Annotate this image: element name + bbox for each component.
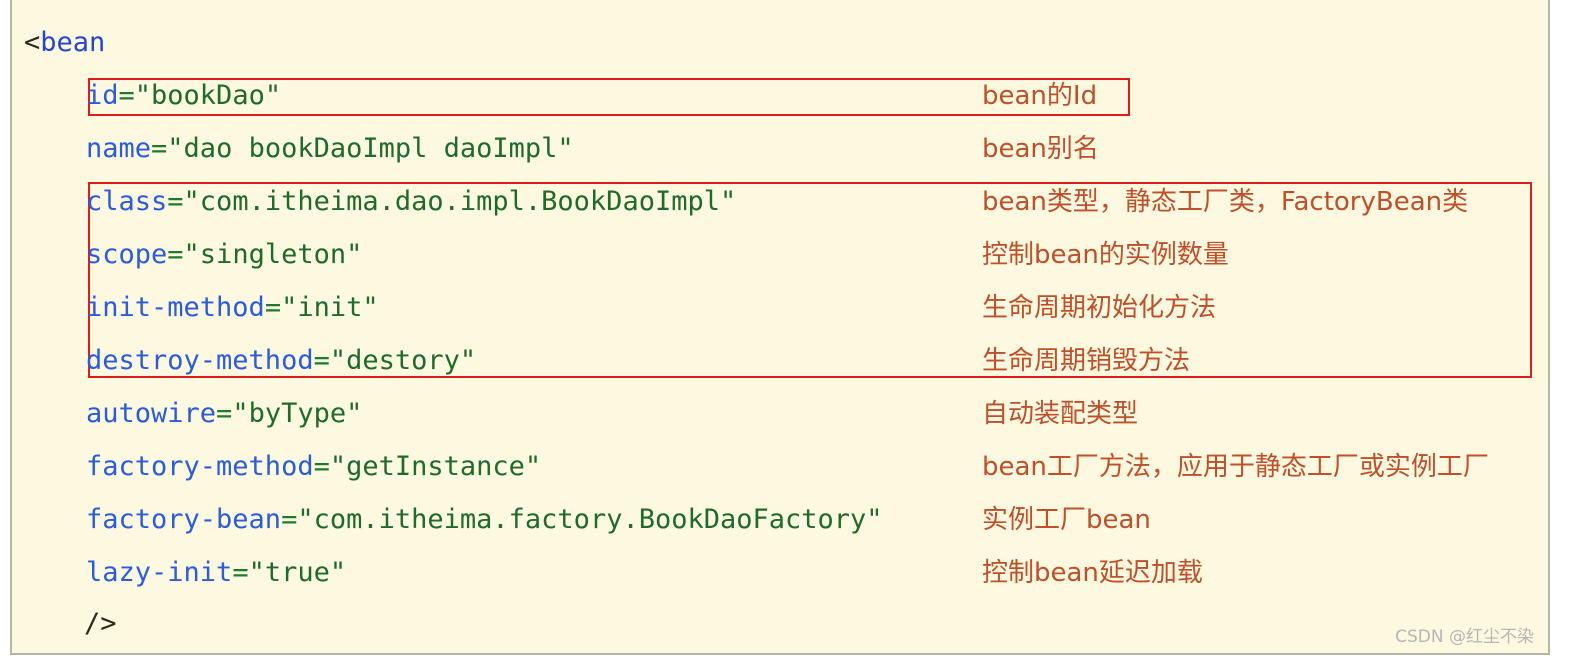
xml-code-block: <bean id="bookDao" name="dao bookDaoImpl… [12, 0, 1548, 653]
annotation-lazy-init: 控制bean延迟加载 [982, 558, 1203, 588]
equals-sign-0: = [118, 80, 135, 111]
attr-value-factory-method: "getInstance" [329, 451, 542, 482]
code-line-init-method: init-method="init" [86, 292, 379, 324]
attr-name-factory-method: factory-method [86, 451, 314, 482]
annotation-scope: 控制bean的实例数量 [982, 240, 1229, 270]
code-line-autowire: autowire="byType" [86, 398, 362, 430]
equals-sign-5: = [313, 345, 330, 376]
open-angle-bracket-icon: < [24, 27, 41, 58]
xml-open-tag: <bean [24, 27, 105, 59]
equals-sign-3: = [167, 239, 184, 270]
attr-value-lazy-init: "true" [248, 557, 347, 588]
equals-sign-4: = [264, 292, 282, 323]
equals-sign-1: = [151, 133, 168, 164]
attr-value-id: "bookDao" [134, 80, 282, 111]
attr-value-destroy-method: "destory" [329, 345, 477, 376]
code-line-class: class="com.itheima.dao.impl.BookDaoImpl" [86, 186, 736, 218]
attr-value-factory-bean: "com.itheima.factory.BookDaoFactory" [297, 504, 883, 535]
csdn-watermark: CSDN @红尘不染 [1395, 627, 1534, 647]
annotation-init-method: 生命周期初始化方法 [982, 293, 1217, 323]
attr-name-factory-bean: factory-bean [86, 504, 282, 535]
code-line-factory-bean: factory-bean="com.itheima.factory.BookDa… [86, 504, 883, 536]
equals-sign-9: = [232, 557, 249, 588]
equals-sign-7: = [313, 451, 330, 482]
annotation-name: bean别名 [982, 134, 1099, 164]
xml-self-closing-tag: /> [84, 608, 117, 639]
annotation-id: bean的Id [982, 81, 1098, 111]
attr-name-autowire: autowire [86, 398, 217, 429]
annotation-autowire: 自动装配类型 [982, 399, 1139, 429]
code-line-scope: scope="singleton" [86, 239, 362, 271]
annotation-factory-bean: 实例工厂bean [982, 505, 1151, 535]
equals-sign-2: = [167, 186, 184, 217]
attr-value-init-method: "init" [281, 292, 379, 323]
bean-config-reference-diagram: <bean id="bookDao" name="dao bookDaoImpl… [0, 0, 1577, 664]
code-line-factory-method: factory-method="getInstance" [86, 451, 541, 483]
attr-value-autowire: "byType" [232, 398, 363, 429]
attr-name-id: id [86, 80, 119, 111]
attr-name-lazy-init: lazy-init [86, 557, 233, 588]
slide-panel: <bean id="bookDao" name="dao bookDaoImpl… [10, 0, 1550, 655]
code-line-destroy-method: destroy-method="destory" [86, 345, 476, 377]
equals-sign-8: = [281, 504, 298, 535]
attr-value-name: "dao bookDaoImpl daoImpl" [167, 133, 574, 164]
equals-sign-6: = [216, 398, 233, 429]
tag-name-bean: bean [40, 27, 106, 58]
attr-name-destroy-method: destroy-method [86, 345, 314, 376]
attr-name-name: name [86, 133, 152, 164]
code-line-lazy-init: lazy-init="true" [86, 557, 346, 589]
annotation-factory-method: bean工厂方法，应用于静态工厂或实例工厂 [982, 452, 1489, 482]
attr-name-scope: scope [86, 239, 168, 270]
annotation-destroy-method: 生命周期销毁方法 [982, 346, 1191, 376]
attr-name-class: class [86, 186, 168, 217]
code-line-name: name="dao bookDaoImpl daoImpl" [86, 133, 574, 165]
attr-value-class: "com.itheima.dao.impl.BookDaoImpl" [183, 186, 737, 217]
attr-name-init-method: init-method [86, 292, 265, 323]
attr-value-scope: "singleton" [183, 239, 363, 270]
annotation-class: bean类型，静态工厂类，FactoryBean类 [982, 187, 1469, 217]
code-line-id: id="bookDao" [86, 80, 281, 112]
